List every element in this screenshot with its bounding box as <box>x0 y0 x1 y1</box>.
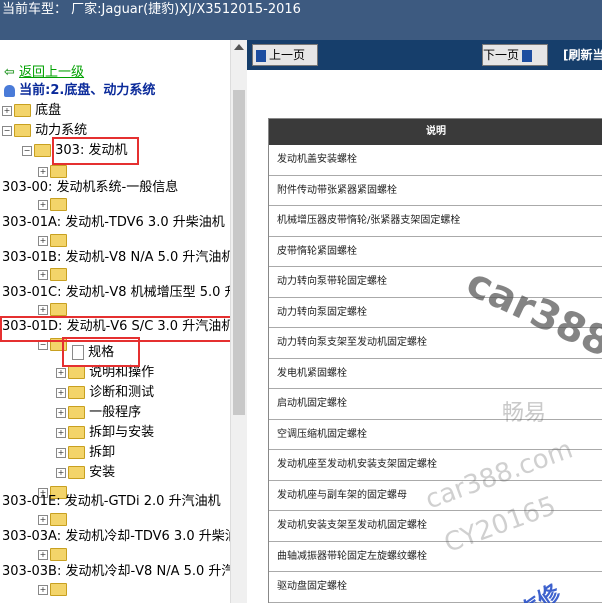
scroll-thumb[interactable] <box>233 90 245 415</box>
expand-icon[interactable]: + <box>2 105 12 116</box>
spec-table: 说明 发动机盖安装螺栓 附件传动带张紧器紧固螺栓 机械增压器皮带惰轮/张紧器支架… <box>268 118 602 603</box>
highlight-box <box>52 137 139 165</box>
expand-icon[interactable]: + <box>38 199 48 210</box>
back-link[interactable]: ⇦ 返回上一级 <box>4 63 84 83</box>
expand-icon[interactable]: + <box>38 235 48 246</box>
folder-open-icon <box>34 144 51 157</box>
folder-icon <box>50 548 67 561</box>
tree-node[interactable]: + <box>38 195 67 215</box>
folder-icon <box>68 466 85 479</box>
folder-open-icon <box>14 124 31 137</box>
current-location: 当前:2.底盘、动力系统 <box>4 81 155 101</box>
table-row: 附件传动带张紧器紧固螺栓 <box>269 176 602 206</box>
table-row: 动力转向泵固定螺栓 <box>269 298 602 328</box>
expand-icon[interactable]: + <box>38 166 48 177</box>
folder-icon <box>50 303 67 316</box>
folder-icon <box>68 446 85 459</box>
scroll-up-icon[interactable] <box>234 44 244 50</box>
expand-icon[interactable]: + <box>38 514 48 525</box>
tree-node[interactable]: 303-01B: 发动机-V8 N/A 5.0 升汽油机 <box>2 248 230 268</box>
table-row: 发动机座至发动机安装支架固定螺栓 <box>269 450 602 481</box>
prev-page-button[interactable]: 上一页 <box>252 44 318 66</box>
folder-icon <box>50 268 67 281</box>
tree-node[interactable]: + <box>38 580 67 600</box>
expand-icon[interactable]: + <box>38 549 48 560</box>
tree-node[interactable]: + 拆卸 <box>56 443 115 463</box>
next-page-button[interactable]: 下一页 <box>482 44 548 66</box>
table-row: 机械增压器皮带惰轮/张紧器支架固定螺栓 <box>269 206 602 237</box>
expand-icon[interactable]: + <box>38 269 48 280</box>
folder-icon <box>68 406 85 419</box>
content-panel: 上一页 下一页 [刷新当 说明 发动机盖安装螺栓 附件传动带张紧器紧固螺栓 机械… <box>247 40 602 603</box>
table-row: 空调压缩机固定螺栓 <box>269 420 602 450</box>
tree-scrollbar[interactable] <box>230 40 247 603</box>
back-arrow-icon: ⇦ <box>4 65 15 80</box>
expand-icon[interactable]: + <box>56 387 66 398</box>
tree-panel: ⇦ 返回上一级 当前:2.底盘、动力系统 + 底盘 − 动力系统 − 303: … <box>0 40 230 603</box>
tree-node[interactable]: + 一般程序 <box>56 403 141 423</box>
table-row: 驱动盘固定螺栓 <box>269 572 602 603</box>
page-nav: 上一页 下一页 [刷新当 <box>247 40 602 70</box>
next-icon <box>522 49 533 62</box>
expand-icon[interactable]: + <box>56 427 66 438</box>
tree-node[interactable]: + <box>38 265 67 285</box>
tree-node[interactable]: + 安装 <box>56 463 115 483</box>
table-row: 启动机固定螺栓 <box>269 389 602 420</box>
tree-node[interactable]: 303-03B: 发动机冷却-V8 N/A 5.0 升汽 <box>2 562 230 582</box>
refresh-link[interactable]: [刷新当 <box>563 46 602 63</box>
expand-icon[interactable]: + <box>56 467 66 478</box>
expand-icon[interactable]: + <box>56 367 66 378</box>
expand-icon[interactable]: + <box>38 584 48 595</box>
tree-node[interactable]: 303-03A: 发动机冷却-TDV6 3.0 升柴油 <box>2 527 230 547</box>
expand-icon[interactable]: + <box>56 407 66 418</box>
table-row: 发电机紧固螺栓 <box>269 359 602 389</box>
user-icon <box>4 84 15 97</box>
folder-icon <box>50 198 67 211</box>
table-row: 发动机安装支架至发动机固定螺栓 <box>269 511 602 542</box>
prev-icon <box>256 49 266 62</box>
folder-icon <box>68 366 85 379</box>
table-row: 发动机盖安装螺栓 <box>269 145 602 176</box>
table-row: 发动机座与副车架的固定螺母 <box>269 481 602 511</box>
tree-node[interactable]: 303-01E: 发动机-GTDi 2.0 升汽油机 <box>2 492 221 512</box>
folder-icon <box>68 426 85 439</box>
folder-icon <box>50 513 67 526</box>
tree-node[interactable]: 303-01C: 发动机-V8 机械增压型 5.0 升 <box>2 283 230 303</box>
table-row: 曲轴减振器带轮固定左旋螺纹螺栓 <box>269 542 602 572</box>
tree-node[interactable]: + 诊断和测试 <box>56 383 154 403</box>
expand-icon[interactable]: + <box>56 447 66 458</box>
collapse-icon[interactable]: − <box>2 125 12 136</box>
collapse-icon[interactable]: − <box>22 145 32 156</box>
vehicle-title: 当前车型： 厂家:Jaguar(捷豹)XJ/X3512015-2016 <box>2 2 301 17</box>
highlight-box <box>62 337 140 367</box>
tree-node[interactable]: 303-01A: 发动机-TDV6 3.0 升柴油机 <box>2 213 225 233</box>
folder-icon <box>50 583 67 596</box>
table-header: 说明 <box>269 119 602 145</box>
folder-icon <box>68 386 85 399</box>
folder-icon <box>50 234 67 247</box>
folder-icon <box>50 165 67 178</box>
table-row: 动力转向泵带轮固定螺栓 <box>269 267 602 298</box>
table-row: 皮带惰轮紧固螺栓 <box>269 237 602 267</box>
title-bar: 当前车型： 厂家:Jaguar(捷豹)XJ/X3512015-2016 <box>0 0 602 40</box>
table-row: 动力转向泵支架至发动机固定螺栓 <box>269 328 602 359</box>
tree-node[interactable]: + 底盘 <box>2 101 61 121</box>
folder-icon <box>14 104 31 117</box>
tree-node[interactable]: 303-00: 发动机系统-一般信息 <box>2 178 178 198</box>
expand-icon[interactable]: + <box>38 304 48 315</box>
tree-node[interactable]: + 拆卸与安装 <box>56 423 154 443</box>
